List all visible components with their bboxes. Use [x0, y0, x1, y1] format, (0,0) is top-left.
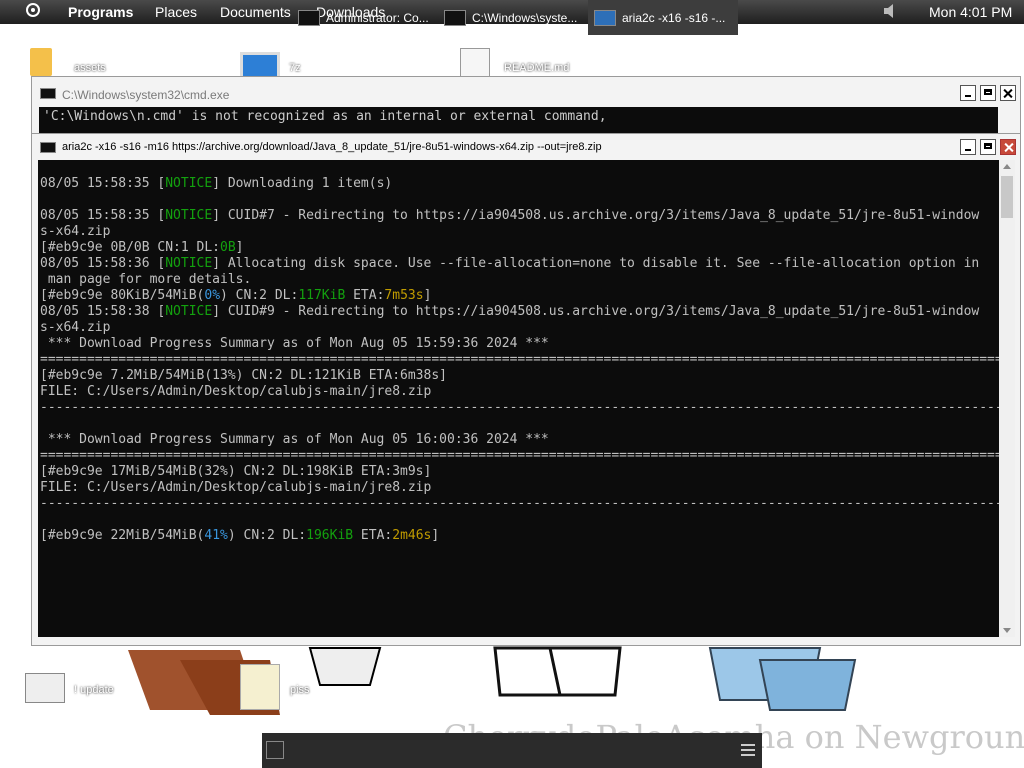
taskbar-menu-icon[interactable] [741, 744, 755, 756]
terminal-line: [#eb9c9e 80KiB/54MiB(0%) CN:2 DL:117KiB … [40, 288, 432, 303]
terminal-line: man page for more details. [40, 272, 252, 287]
terminal-line: [#eb9c9e 0B/0B CN:1 DL:0B] [40, 240, 244, 255]
piss-label: piss [290, 684, 310, 696]
assets-folder-icon[interactable] [30, 48, 52, 76]
terminal-separator: ========================================… [40, 352, 999, 367]
cmd-icon [594, 10, 616, 26]
readme-label: README.md [504, 62, 570, 74]
close-button[interactable] [1000, 85, 1016, 101]
maximize-button[interactable] [980, 85, 996, 101]
terminal-line: s-x64.zip [40, 320, 111, 335]
menu-places[interactable]: Places [155, 4, 197, 20]
cmd-titlebar[interactable]: C:\Windows\system32\cmd.exe [32, 77, 1020, 107]
vertical-scrollbar[interactable] [999, 160, 1015, 637]
taskbar [262, 733, 762, 768]
aria2c-titlebar[interactable]: aria2c -x16 -s16 -m16 https://archive.or… [32, 134, 1020, 160]
taskbar-item-admin-cmd[interactable]: Administrator: Co... [292, 0, 436, 35]
scrollbar-thumb[interactable] [1001, 176, 1013, 218]
terminal-line: [#eb9c9e 22MiB/54MiB(41%) CN:2 DL:196KiB… [40, 528, 440, 543]
minimize-button[interactable] [960, 139, 976, 155]
aria2c-window-title: aria2c -x16 -s16 -m16 https://archive.or… [62, 141, 602, 153]
terminal-line: 08/05 15:58:35 [NOTICE] Downloading 1 it… [40, 176, 393, 191]
terminal-separator: ----------------------------------------… [40, 496, 999, 511]
terminal-line: *** Download Progress Summary as of Mon … [40, 432, 549, 447]
taskbar-item-label: C:\Windows\syste... [472, 11, 578, 25]
script-file-icon[interactable] [240, 664, 280, 710]
scroll-down-icon[interactable] [1003, 628, 1011, 633]
7z-label: 7z [289, 62, 301, 74]
aria2c-terminal[interactable]: 08/05 15:58:35 [NOTICE] Downloading 1 it… [38, 160, 999, 637]
assets-label: assets [74, 62, 106, 74]
cmd-window-icon [40, 88, 56, 99]
menu-programs[interactable]: Programs [68, 4, 133, 20]
readme-file-icon[interactable] [460, 48, 490, 78]
terminal-line: 08/05 15:58:38 [NOTICE] CUID#9 - Redirec… [40, 304, 980, 319]
minimize-button[interactable] [960, 85, 976, 101]
taskbar-item-cmd[interactable]: C:\Windows\syste... [438, 0, 586, 35]
terminal-line: 08/05 15:58:35 [NOTICE] CUID#7 - Redirec… [40, 208, 980, 223]
update-label: ! update [74, 684, 114, 696]
clock[interactable]: Mon 4:01 PM [929, 4, 1012, 20]
terminal-line: 08/05 15:58:36 [NOTICE] Allocating disk … [40, 256, 980, 271]
taskbar-item-label: aria2c -x16 -s16 -... [622, 11, 726, 25]
terminal-separator: ----------------------------------------… [40, 400, 999, 415]
taskbar-item-label: Administrator: Co... [326, 11, 429, 25]
menu-documents[interactable]: Documents [220, 4, 291, 20]
scroll-up-icon[interactable] [1003, 164, 1011, 169]
aria2c-window[interactable]: aria2c -x16 -s16 -m16 https://archive.or… [31, 133, 1021, 646]
update-gear-icon[interactable] [25, 673, 65, 703]
show-desktop-button[interactable] [266, 741, 284, 759]
background-cartoon-art [128, 646, 857, 715]
volume-icon[interactable] [884, 4, 896, 18]
aria2c-window-icon [40, 142, 56, 153]
terminal-separator: ========================================… [40, 448, 999, 463]
cmd-icon [444, 10, 466, 26]
taskbar-item-aria2c[interactable]: aria2c -x16 -s16 -... [588, 0, 738, 35]
terminal-line: [#eb9c9e 17MiB/54MiB(32%) CN:2 DL:198KiB… [40, 464, 432, 479]
cmd-window-title: C:\Windows\system32\cmd.exe [62, 88, 230, 102]
terminal-line: FILE: C:/Users/Admin/Desktop/calubjs-mai… [40, 480, 432, 495]
terminal-line: [#eb9c9e 7.2MiB/54MiB(13%) CN:2 DL:121Ki… [40, 368, 447, 383]
terminal-line: *** Download Progress Summary as of Mon … [40, 336, 549, 351]
system-menu-icon[interactable] [26, 3, 40, 17]
maximize-button[interactable] [980, 139, 996, 155]
terminal-line: s-x64.zip [40, 224, 111, 239]
close-button[interactable] [1000, 139, 1016, 155]
cmd-output-line: 'C:\Windows\n.cmd' is not recognized as … [43, 109, 607, 124]
terminal-line: FILE: C:/Users/Admin/Desktop/calubjs-mai… [40, 384, 432, 399]
cmd-icon [298, 10, 320, 26]
